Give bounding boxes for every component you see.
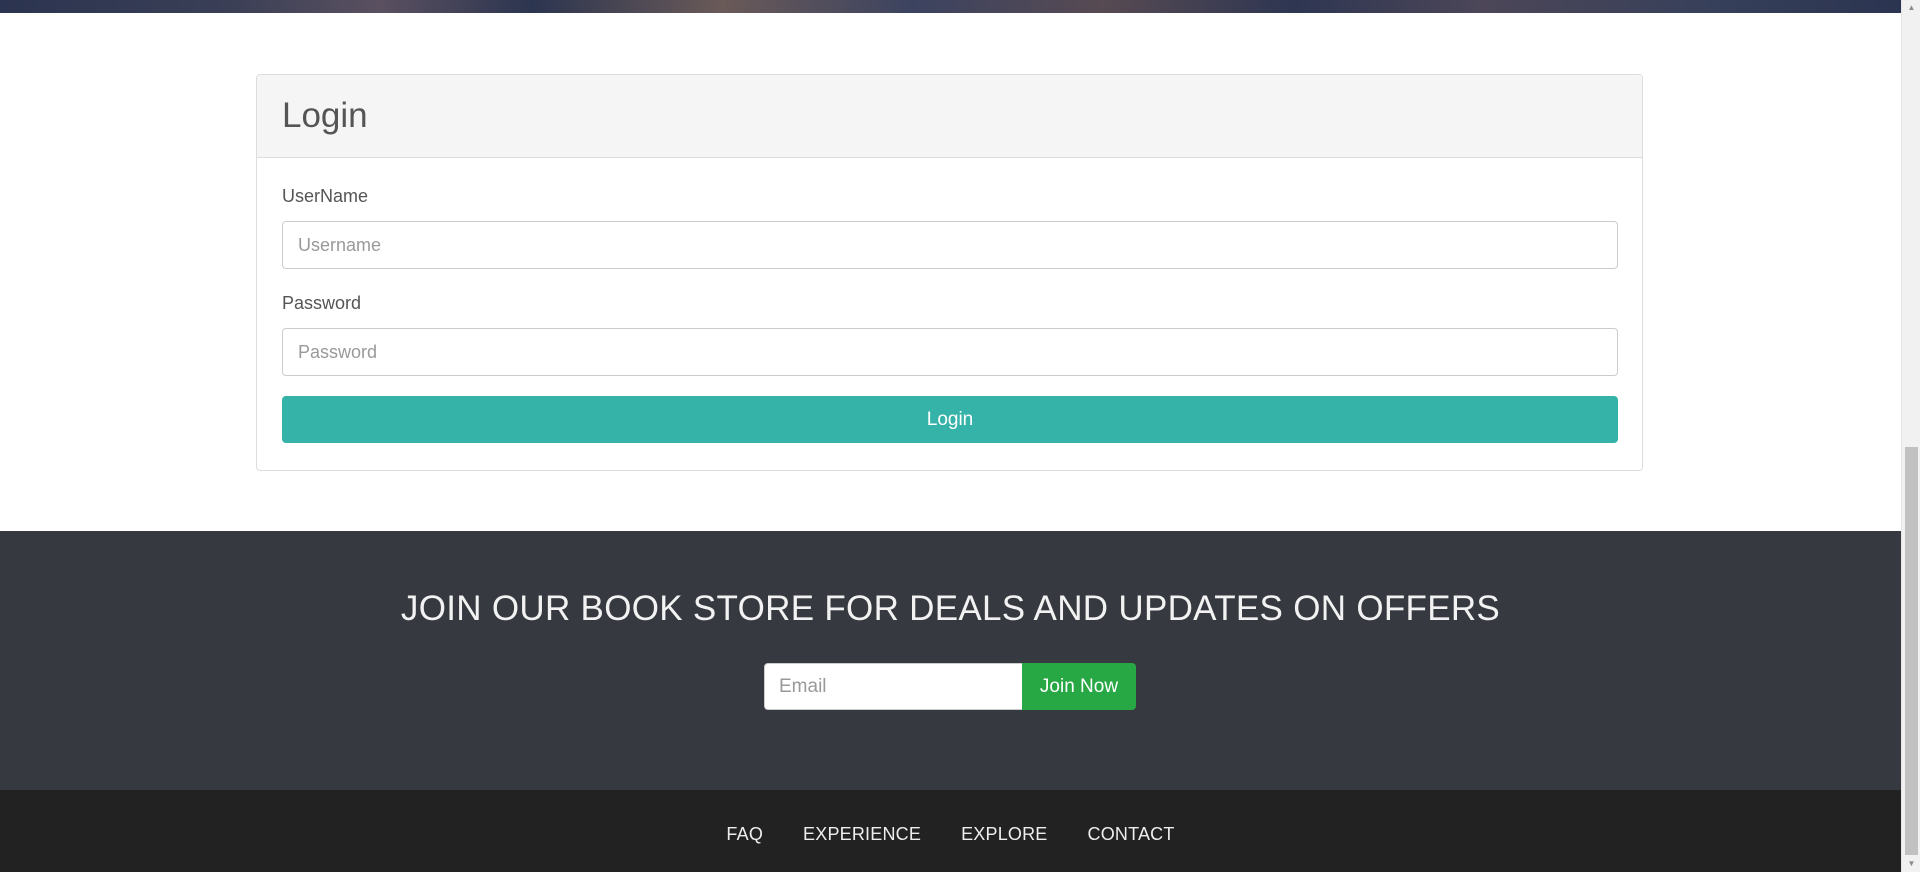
join-now-button[interactable]: Join Now bbox=[1022, 663, 1136, 710]
username-group: UserName bbox=[282, 186, 1618, 269]
password-group: Password bbox=[282, 293, 1618, 376]
login-form: UserName Password Login bbox=[257, 158, 1642, 443]
scrollbar-thumb[interactable] bbox=[1905, 447, 1918, 855]
password-input[interactable] bbox=[282, 328, 1618, 376]
chevron-down-icon[interactable]: ▼ bbox=[1902, 856, 1920, 872]
subscribe-form: Join Now bbox=[764, 663, 1136, 710]
footer-nav: FAQ EXPERIENCE EXPLORE CONTACT bbox=[0, 824, 1901, 845]
footer-link-explore[interactable]: EXPLORE bbox=[961, 824, 1047, 845]
username-input[interactable] bbox=[282, 221, 1618, 269]
newsletter-heading: JOIN OUR BOOK STORE FOR DEALS AND UPDATE… bbox=[400, 589, 1501, 628]
footer-link-experience[interactable]: EXPERIENCE bbox=[803, 824, 921, 845]
login-button[interactable]: Login bbox=[282, 396, 1618, 443]
footer: FAQ EXPERIENCE EXPLORE CONTACT bbox=[0, 790, 1901, 872]
login-panel: Login UserName Password Login bbox=[256, 74, 1643, 471]
login-panel-heading: Login bbox=[257, 75, 1642, 158]
login-title: Login bbox=[282, 96, 368, 135]
footer-link-faq[interactable]: FAQ bbox=[726, 824, 763, 845]
chevron-up-icon[interactable]: ▲ bbox=[1902, 0, 1920, 16]
hero-image-strip bbox=[0, 0, 1901, 13]
email-input[interactable] bbox=[764, 663, 1022, 710]
footer-link-contact[interactable]: CONTACT bbox=[1088, 824, 1175, 845]
username-label: UserName bbox=[282, 186, 369, 206]
page: Login UserName Password Login JOIN OUR B… bbox=[0, 0, 1901, 872]
password-label: Password bbox=[282, 293, 362, 313]
vertical-scrollbar[interactable]: ▲ ▼ bbox=[1901, 0, 1920, 872]
newsletter-section: JOIN OUR BOOK STORE FOR DEALS AND UPDATE… bbox=[0, 531, 1901, 790]
